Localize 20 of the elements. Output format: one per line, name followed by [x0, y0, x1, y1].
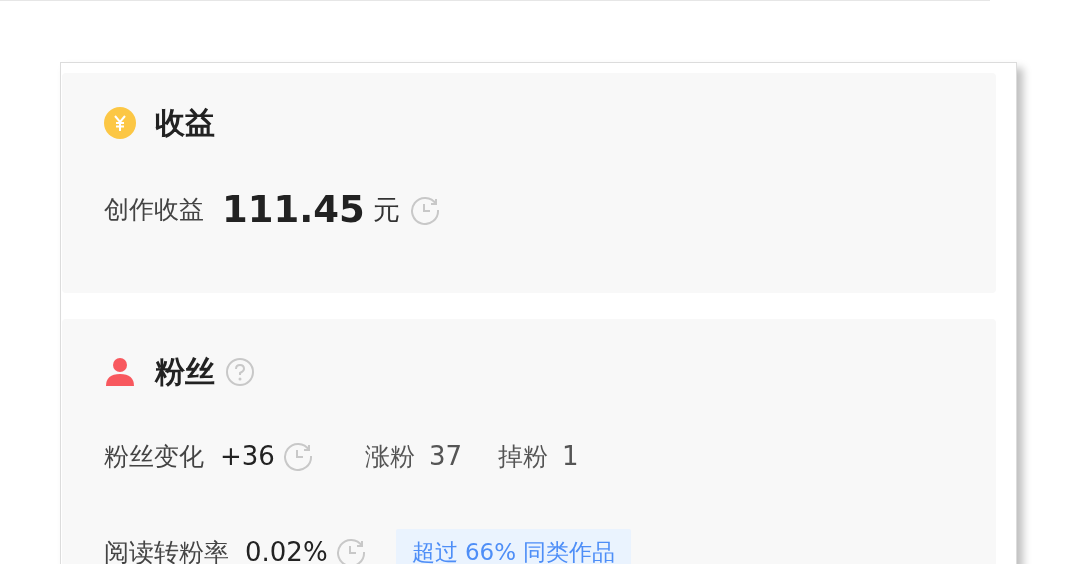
metric-label: 阅读转粉率 [104, 536, 229, 564]
person-icon [104, 356, 136, 388]
metric-label: 掉粉 [497, 440, 548, 473]
clock-icon[interactable] [409, 194, 440, 225]
section-title: 粉丝 [155, 352, 215, 391]
clock-icon[interactable] [335, 537, 366, 564]
metric-value: 111.45 [222, 188, 365, 231]
help-icon[interactable] [225, 357, 255, 387]
metric-label: 涨粉 [364, 440, 415, 473]
section-title: 收益 [155, 103, 215, 142]
metric-value: 37 [428, 441, 462, 471]
metric-value: +36 [220, 441, 275, 471]
yen-coin-icon [104, 107, 136, 139]
metric-value: 0.02% [245, 537, 328, 564]
metric-label: 创作收益 [104, 194, 204, 226]
clock-icon[interactable] [282, 441, 313, 471]
rank-badge: 超过 66% 同类作品 [395, 528, 632, 564]
metric-value: 1 [561, 441, 579, 471]
metric-label: 粉丝变化 [104, 440, 204, 473]
unit-label: 元 [372, 192, 400, 227]
